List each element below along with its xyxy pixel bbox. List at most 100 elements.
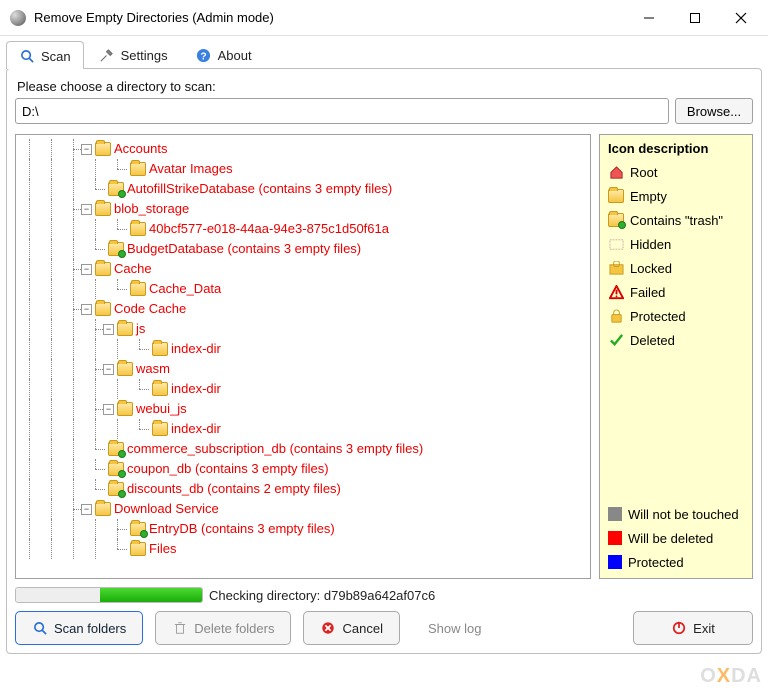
expander-icon[interactable]: −: [103, 324, 114, 335]
search-icon: [32, 620, 48, 636]
exit-button[interactable]: Exit: [633, 611, 753, 645]
legend-deleted: Deleted: [608, 330, 744, 350]
scan-folders-button[interactable]: Scan folders: [15, 611, 143, 645]
tree-node[interactable]: − Accounts: [20, 139, 590, 159]
tab-about-label: About: [218, 48, 252, 63]
legend-failed: Failed: [608, 282, 744, 302]
expander-icon[interactable]: −: [81, 304, 92, 315]
cancel-button[interactable]: Cancel: [303, 611, 399, 645]
tree-node-label: EntryDB (contains 3 empty files): [149, 519, 335, 539]
tree-node-label: wasm: [136, 359, 170, 379]
tab-settings[interactable]: Settings: [86, 40, 181, 68]
tree-node[interactable]: coupon_db (contains 3 empty files): [20, 459, 590, 479]
search-icon: [19, 48, 35, 64]
tab-about[interactable]: ? About: [183, 40, 265, 68]
shield-icon: [608, 308, 624, 324]
tree-node[interactable]: EntryDB (contains 3 empty files): [20, 519, 590, 539]
tree-node[interactable]: Avatar Images: [20, 159, 590, 179]
expander-icon[interactable]: −: [81, 204, 92, 215]
tree-node-label: Files: [149, 539, 176, 559]
swatch-red-icon: [608, 531, 622, 545]
tree-node-label: index-dir: [171, 339, 221, 359]
folder-icon: [95, 262, 111, 276]
folder-icon: [95, 202, 111, 216]
tree-node[interactable]: − wasm: [20, 359, 590, 379]
legend-swatch-protect: Protected: [608, 552, 744, 572]
content-row: − AccountsAvatar ImagesAutofillStrikeData…: [15, 134, 753, 579]
show-log-button[interactable]: Show log: [412, 611, 497, 645]
expander-icon[interactable]: −: [103, 404, 114, 415]
path-row: Browse...: [15, 98, 753, 124]
tree-node[interactable]: 40bcf577-e018-44aa-94e3-875c1d50f61a: [20, 219, 590, 239]
tree-node[interactable]: − Code Cache: [20, 299, 590, 319]
window-controls: [626, 2, 764, 34]
folder-icon: [95, 502, 111, 516]
app-icon: [10, 10, 26, 26]
legend-protected: Protected: [608, 306, 744, 326]
tab-settings-label: Settings: [121, 48, 168, 63]
tree-node-label: 40bcf577-e018-44aa-94e3-875c1d50f61a: [149, 219, 389, 239]
path-input[interactable]: [15, 98, 669, 124]
tree-node[interactable]: Cache_Data: [20, 279, 590, 299]
tree-node[interactable]: −Download Service: [20, 499, 590, 519]
tree-node-label: js: [136, 319, 145, 339]
tree-node-label: AutofillStrikeDatabase (contains 3 empty…: [127, 179, 392, 199]
folder-icon: [95, 302, 111, 316]
legend-panel: Icon description Root Empty Contains "tr…: [599, 134, 753, 579]
folder-icon: [152, 382, 168, 396]
close-button[interactable]: [718, 2, 764, 34]
tree-node[interactable]: index-dir: [20, 419, 590, 439]
help-icon: ?: [196, 47, 212, 63]
tab-scan[interactable]: Scan: [6, 41, 84, 69]
tree-node-label: discounts_db (contains 2 empty files): [127, 479, 341, 499]
maximize-button[interactable]: [672, 2, 718, 34]
tab-bar: Scan Settings ? About: [0, 36, 768, 68]
tree-node-label: Code Cache: [114, 299, 186, 319]
tree-node[interactable]: AutofillStrikeDatabase (contains 3 empty…: [20, 179, 590, 199]
expander-icon[interactable]: −: [81, 504, 92, 515]
trash-icon: [172, 620, 188, 636]
check-icon: [608, 332, 624, 348]
folder-icon: [95, 142, 111, 156]
folder-trash-icon: [108, 462, 124, 476]
tree-node-label: BudgetDatabase (contains 3 empty files): [127, 239, 361, 259]
tree-node[interactable]: −webui_js: [20, 399, 590, 419]
directory-tree[interactable]: − AccountsAvatar ImagesAutofillStrikeData…: [15, 134, 591, 579]
tree-node[interactable]: discounts_db (contains 2 empty files): [20, 479, 590, 499]
expander-icon[interactable]: −: [81, 264, 92, 275]
home-icon: [608, 164, 624, 180]
folder-icon: [152, 422, 168, 436]
folder-icon: [117, 322, 133, 336]
minimize-button[interactable]: [626, 2, 672, 34]
tree-node-label: Cache: [114, 259, 152, 279]
legend-hidden: Hidden: [608, 234, 744, 254]
folder-icon: [130, 542, 146, 556]
folder-trash-icon: [108, 242, 124, 256]
tree-node[interactable]: BudgetDatabase (contains 3 empty files): [20, 239, 590, 259]
lock-icon: [608, 260, 624, 276]
legend-swatch-notouch: Will not be touched: [608, 504, 744, 524]
tree-node-label: Cache_Data: [149, 279, 221, 299]
legend-locked: Locked: [608, 258, 744, 278]
expander-icon[interactable]: −: [81, 144, 92, 155]
tree-node[interactable]: Files: [20, 539, 590, 559]
tree-node[interactable]: − js: [20, 319, 590, 339]
tree-node[interactable]: −blob_storage: [20, 199, 590, 219]
tree-node-label: Accounts: [114, 139, 167, 159]
browse-button[interactable]: Browse...: [675, 98, 753, 124]
tab-scan-label: Scan: [41, 49, 71, 64]
delete-folders-button[interactable]: Delete folders: [155, 611, 291, 645]
folder-trash-icon: [130, 522, 146, 536]
swatch-blue-icon: [608, 555, 622, 569]
tree-node[interactable]: − Cache: [20, 259, 590, 279]
folder-icon: [117, 402, 133, 416]
tree-node[interactable]: index-dir: [20, 379, 590, 399]
tree-node[interactable]: commerce_subscription_db (contains 3 emp…: [20, 439, 590, 459]
expander-icon[interactable]: −: [103, 364, 114, 375]
tree-node[interactable]: index-dir: [20, 339, 590, 359]
folder-trash-icon: [108, 442, 124, 456]
tree-node-label: coupon_db (contains 3 empty files): [127, 459, 329, 479]
folder-icon: [608, 188, 624, 204]
folder-trash-icon: [108, 182, 124, 196]
folder-icon: [130, 162, 146, 176]
